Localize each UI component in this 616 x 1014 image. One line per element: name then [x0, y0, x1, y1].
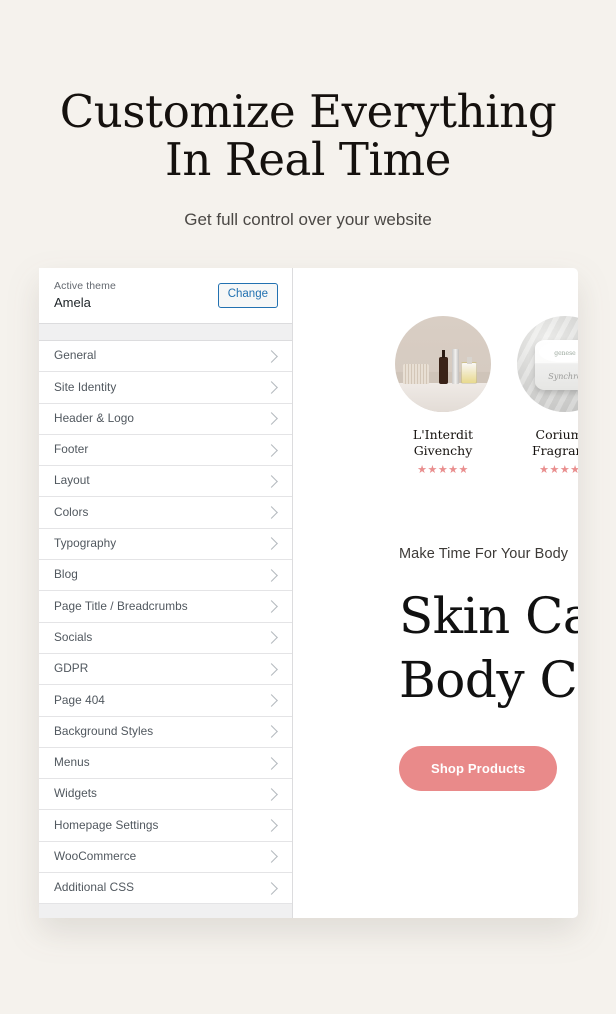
preview-headline-line-1: Skin Care — [399, 587, 578, 645]
product-card[interactable]: L'Interdit Givenchy ★★★★★ — [395, 316, 491, 476]
sidebar-item-background-styles[interactable]: Background Styles — [39, 716, 292, 748]
jar-brand-text: genese — [554, 350, 576, 357]
product-image: genese Synchro — [517, 316, 578, 412]
chevron-right-icon — [265, 568, 278, 582]
sidebar-item-label: GDPR — [54, 661, 89, 676]
jar-product-text: Synchro — [548, 372, 578, 381]
page-subtitle: Get full control over your website — [184, 210, 432, 229]
sidebar-item-additional-css[interactable]: Additional CSS — [39, 873, 292, 905]
sidebar-item-site-identity[interactable]: Site Identity — [39, 372, 292, 404]
product-title-line-1: L'Interdit — [412, 427, 474, 442]
preview-hero-headline: Skin Care Body Care — [399, 584, 578, 712]
customizer-section-list: General Site Identity Header & Logo Foot… — [39, 341, 292, 905]
chevron-right-icon — [265, 850, 278, 864]
chevron-right-icon — [265, 725, 278, 739]
panel-divider — [39, 324, 292, 341]
chevron-right-icon — [265, 443, 278, 457]
product-title-line-2: Fragrance — [532, 442, 578, 458]
sidebar-footer-spacer — [39, 904, 292, 918]
sidebar-item-label: Site Identity — [54, 379, 117, 394]
star-rating: ★★★★★ — [539, 464, 578, 476]
chevron-right-icon — [265, 631, 278, 645]
product-list: L'Interdit Givenchy ★★★★★ genese Synchro… — [293, 316, 578, 476]
cotton-swabs-object — [403, 364, 429, 385]
preview-hero-block: Make Time For Your Body Skin Care Body C… — [293, 476, 578, 791]
sidebar-item-page-title-breadcrumbs[interactable]: Page Title / Breadcrumbs — [39, 591, 292, 623]
sidebar-item-general[interactable]: General — [39, 341, 292, 373]
serum-bottle-object — [439, 350, 448, 385]
sidebar-item-label: Colors — [54, 504, 89, 519]
sidebar-item-label: Background Styles — [54, 723, 154, 738]
sidebar-item-page-404[interactable]: Page 404 — [39, 685, 292, 717]
preview-content: L'Interdit Givenchy ★★★★★ genese Synchro… — [293, 268, 578, 791]
shop-products-button[interactable]: Shop Products — [399, 746, 558, 791]
chevron-right-icon — [265, 600, 278, 613]
sidebar-item-menus[interactable]: Menus — [39, 747, 292, 780]
chevron-right-icon — [265, 881, 278, 895]
sidebar-item-label: Layout — [54, 473, 90, 488]
chevron-right-icon — [265, 349, 278, 363]
sidebar-item-socials[interactable]: Socials — [39, 622, 292, 654]
product-title: L'Interdit Givenchy — [395, 427, 491, 458]
chevron-right-icon — [265, 662, 278, 676]
sidebar-item-label: Footer — [54, 442, 89, 457]
star-rating: ★★★★★ — [417, 464, 469, 476]
page-title-line-2: In Real Time — [164, 133, 451, 186]
sidebar-item-label: Socials — [54, 629, 93, 644]
product-card[interactable]: genese Synchro Corium 2 Fragrance ★★★★★ — [517, 316, 578, 476]
sidebar-item-label: Homepage Settings — [54, 817, 159, 832]
product-title: Corium 2 Fragrance — [517, 427, 578, 458]
sidebar-item-label: Blog — [54, 567, 78, 582]
customizer-live-preview[interactable]: L'Interdit Givenchy ★★★★★ genese Synchro… — [293, 268, 578, 918]
product-title-line-2: Givenchy — [413, 442, 473, 458]
sidebar-item-widgets[interactable]: Widgets — [39, 779, 292, 811]
chevron-right-icon — [265, 537, 278, 551]
sidebar-item-homepage-settings[interactable]: Homepage Settings — [39, 810, 292, 842]
chevron-right-icon — [265, 506, 278, 519]
page-hero: Customize Everything In Real Time Get fu… — [0, 0, 616, 230]
product-image — [395, 316, 491, 412]
chevron-right-icon — [265, 756, 278, 770]
sidebar-item-label: Additional CSS — [54, 880, 135, 895]
sidebar-item-label: Page Title / Breadcrumbs — [54, 598, 188, 613]
page-title-line-1: Customize Everything — [59, 85, 557, 138]
chevron-right-icon — [265, 819, 278, 832]
chevron-right-icon — [265, 787, 278, 801]
sidebar-item-label: Menus — [54, 755, 90, 770]
sidebar-item-label: General — [54, 348, 97, 363]
customizer-screenshot: Active theme Amela Change General Site I… — [39, 268, 578, 918]
preview-headline-line-2: Body Care — [399, 651, 578, 709]
chevron-right-icon — [265, 381, 278, 394]
change-theme-button[interactable]: Change — [217, 283, 278, 308]
perfume-bottle-object — [461, 357, 477, 385]
product-title-line-1: Corium 2 — [535, 427, 578, 442]
customizer-sidebar: Active theme Amela Change General Site I… — [39, 268, 293, 918]
page-title: Customize Everything In Real Time — [0, 88, 616, 184]
sidebar-item-gdpr[interactable]: GDPR — [39, 653, 292, 686]
sidebar-item-header-logo[interactable]: Header & Logo — [39, 403, 292, 435]
sidebar-item-footer[interactable]: Footer — [39, 434, 292, 467]
chevron-right-icon — [265, 694, 278, 707]
preview-hero-eyebrow: Make Time For Your Body — [399, 546, 569, 562]
chevron-right-icon — [265, 412, 278, 426]
active-theme-label: Active theme — [54, 280, 116, 293]
sidebar-item-label: Typography — [54, 536, 117, 551]
cream-jar-object: genese Synchro — [535, 340, 578, 390]
sidebar-item-label: Page 404 — [54, 692, 105, 707]
sidebar-item-colors[interactable]: Colors — [39, 497, 292, 529]
silver-tube-object — [452, 349, 459, 385]
active-theme-name: Amela — [54, 295, 91, 311]
sidebar-item-label: Widgets — [54, 786, 97, 801]
active-theme-meta: Active theme Amela — [54, 279, 116, 312]
sidebar-item-label: Header & Logo — [54, 410, 135, 425]
sidebar-item-blog[interactable]: Blog — [39, 560, 292, 592]
sidebar-item-layout[interactable]: Layout — [39, 466, 292, 498]
chevron-right-icon — [265, 474, 278, 488]
sidebar-item-woocommerce[interactable]: WooCommerce — [39, 841, 292, 874]
sidebar-item-typography[interactable]: Typography — [39, 528, 292, 561]
active-theme-block: Active theme Amela Change — [39, 268, 292, 324]
sidebar-item-label: WooCommerce — [54, 849, 137, 863]
